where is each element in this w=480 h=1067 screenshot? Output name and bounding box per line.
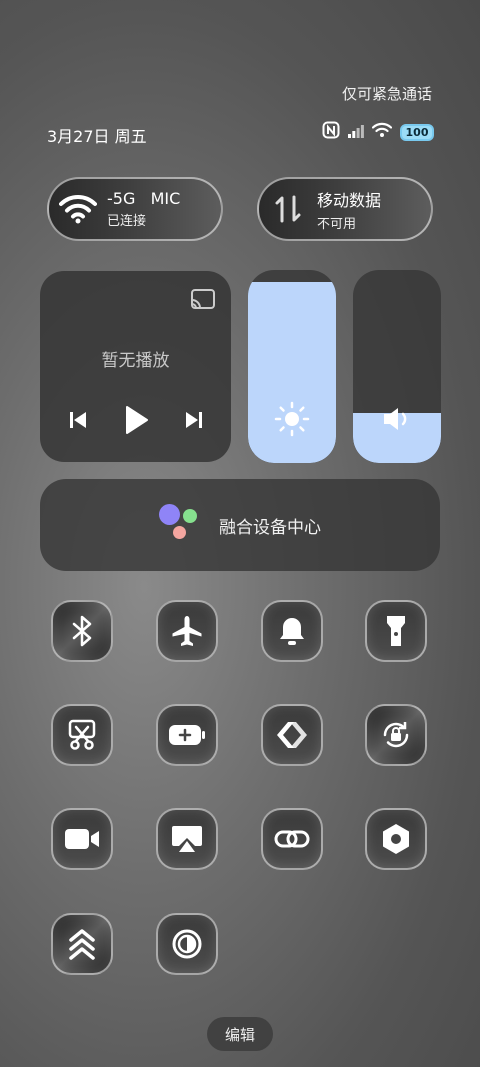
media-status-text: 暂无播放 bbox=[101, 351, 170, 371]
video-camera-icon bbox=[65, 829, 99, 849]
data-arrows-icon bbox=[259, 193, 317, 225]
bluetooth-toggle[interactable] bbox=[51, 600, 113, 662]
share-arrows-icon bbox=[277, 722, 307, 748]
ringer-toggle[interactable] bbox=[261, 600, 323, 662]
battery-indicator: 100 bbox=[400, 123, 434, 141]
link-icon bbox=[274, 830, 310, 848]
device-hub-card[interactable]: 融合设备中心 bbox=[40, 479, 440, 571]
wifi-status: 已连接 bbox=[107, 214, 147, 229]
screen-cast-icon bbox=[172, 826, 202, 852]
airplane-icon bbox=[172, 616, 202, 646]
rotation-lock-toggle[interactable] bbox=[365, 704, 427, 766]
flashlight-icon bbox=[387, 616, 405, 646]
screen-cast-toggle[interactable] bbox=[156, 808, 218, 870]
media-player-card[interactable]: 暂无播放 bbox=[40, 271, 231, 462]
wifi-network-name: -5G MIC bbox=[107, 189, 181, 208]
flashlight-toggle[interactable] bbox=[365, 600, 427, 662]
volume-slider[interactable] bbox=[353, 270, 441, 463]
previous-track-icon[interactable] bbox=[67, 409, 89, 435]
video-toggle[interactable] bbox=[51, 808, 113, 870]
battery-plus-icon bbox=[169, 725, 205, 745]
settings-toggle[interactable] bbox=[365, 808, 427, 870]
dark-mode-toggle[interactable] bbox=[156, 913, 218, 975]
hub-logo-icon bbox=[159, 504, 201, 546]
nfc-icon bbox=[322, 121, 340, 143]
status-bar-icons: 100 bbox=[322, 121, 434, 143]
emergency-call-text: 仅可紧急通话 bbox=[341, 85, 432, 103]
link-toggle[interactable] bbox=[261, 808, 323, 870]
wifi-status-icon bbox=[371, 122, 393, 142]
media-controls bbox=[40, 405, 231, 439]
wifi-tile[interactable]: -5G MIC 已连接 bbox=[47, 177, 223, 241]
hub-dot-purple bbox=[159, 504, 180, 525]
hexagon-settings-icon bbox=[383, 824, 409, 854]
edit-button[interactable]: 编辑 bbox=[207, 1017, 273, 1051]
bluetooth-icon bbox=[72, 615, 92, 647]
mobile-data-title: 移动数据 bbox=[317, 190, 382, 210]
brightness-slider[interactable] bbox=[248, 270, 336, 463]
performance-toggle[interactable] bbox=[51, 913, 113, 975]
mobile-data-tile[interactable]: 移动数据 不可用 bbox=[257, 177, 433, 241]
bell-icon bbox=[280, 618, 304, 645]
hub-dot-pink bbox=[173, 526, 186, 539]
scissors-icon bbox=[68, 719, 96, 750]
speaker-icon bbox=[381, 405, 413, 437]
nearby-share-toggle[interactable] bbox=[261, 704, 323, 766]
hub-dot-green bbox=[183, 509, 197, 523]
next-track-icon[interactable] bbox=[183, 409, 205, 435]
play-icon[interactable] bbox=[123, 405, 149, 439]
hub-label: 融合设备中心 bbox=[219, 517, 321, 538]
chevrons-up-icon bbox=[69, 929, 95, 960]
signal-icon bbox=[348, 123, 364, 142]
wifi-icon bbox=[49, 194, 107, 224]
sun-icon bbox=[274, 401, 310, 441]
contrast-icon bbox=[172, 929, 202, 959]
cast-icon[interactable] bbox=[190, 288, 216, 314]
battery-saver-toggle[interactable] bbox=[156, 704, 218, 766]
date-text: 3月27日 周五 bbox=[47, 127, 147, 146]
screenshot-toggle[interactable] bbox=[51, 704, 113, 766]
airplane-mode-toggle[interactable] bbox=[156, 600, 218, 662]
mobile-data-status: 不可用 bbox=[317, 216, 357, 232]
rotation-lock-icon bbox=[383, 722, 409, 748]
